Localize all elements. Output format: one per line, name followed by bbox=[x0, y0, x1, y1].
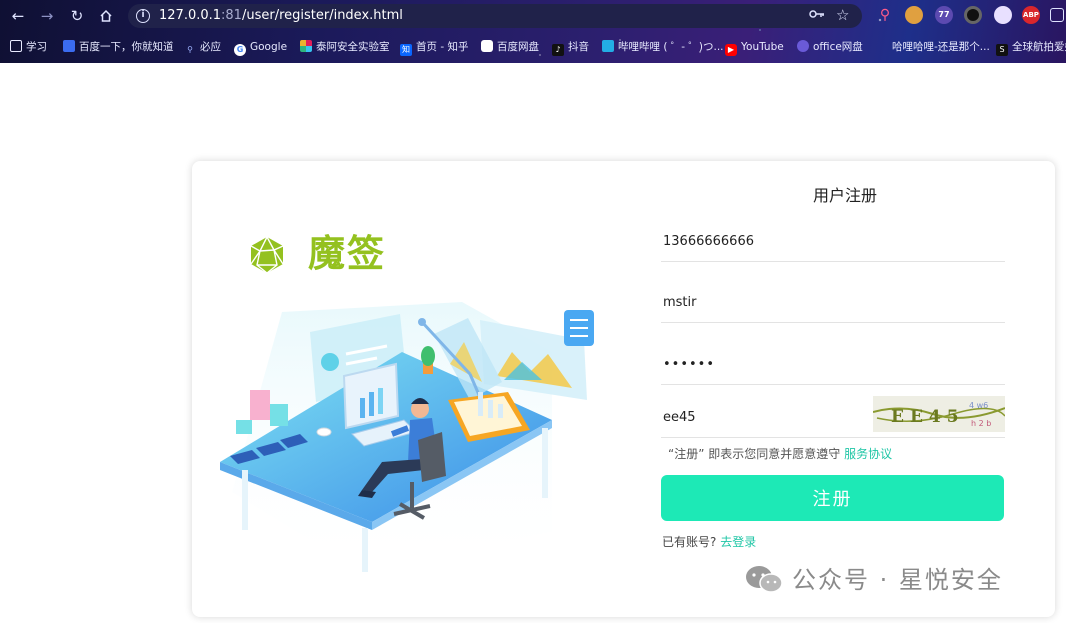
captcha-image[interactable]: 4 w6 h 2 b EE45 bbox=[873, 396, 1005, 432]
extension-badge-icon[interactable]: 77 bbox=[935, 6, 953, 24]
bookmark-item[interactable]: S全球航拍爱好... bbox=[996, 38, 1066, 56]
slack-icon bbox=[300, 40, 312, 52]
back-icon[interactable]: ← bbox=[8, 6, 28, 26]
form-title: 用户注册 bbox=[812, 186, 877, 205]
office-icon bbox=[797, 40, 809, 52]
zhihu-icon: 知 bbox=[400, 44, 412, 56]
douyin-icon: ♪ bbox=[552, 44, 564, 56]
go-login-link[interactable]: 去登录 bbox=[720, 535, 756, 549]
extensions-menu-icon[interactable] bbox=[1050, 8, 1064, 22]
bookmark-item[interactable]: 哈哩哈哩-还是那个... bbox=[876, 38, 990, 56]
folder-icon bbox=[10, 40, 22, 52]
dark-extension-icon[interactable] bbox=[964, 6, 982, 24]
bookmark-item[interactable]: 学习 bbox=[10, 38, 47, 56]
bookmark-item[interactable]: office网盘 bbox=[797, 38, 863, 56]
service-agreement-link[interactable]: 服务协议 bbox=[844, 447, 892, 461]
youtube-icon: ▶ bbox=[725, 44, 737, 56]
bookmark-item[interactable]: G Google bbox=[234, 38, 287, 56]
bookmark-star-icon[interactable]: ☆ bbox=[836, 6, 849, 24]
address-bar[interactable]: i 127.0.0.1:81/user/register/index.html … bbox=[128, 4, 862, 28]
watermark-text: 公众号 · 星悦安全 bbox=[792, 566, 1003, 594]
skypixel-icon: S bbox=[996, 44, 1008, 56]
bookmark-item[interactable]: 百度网盘 bbox=[481, 38, 539, 56]
login-hint: 已有账号? 去登录 bbox=[662, 534, 756, 550]
bookmark-item[interactable]: 百度一下，你就知道 bbox=[63, 38, 174, 56]
bookmarks-bar: 学习 百度一下，你就知道 ⚲ 必应 G Google 泰阿安全实验室 知首页 - 知… bbox=[0, 36, 1066, 58]
wechat-watermark: 公众号 · 星悦安全 bbox=[744, 564, 1001, 596]
phone-input[interactable] bbox=[663, 230, 863, 252]
logo-icon bbox=[248, 236, 286, 274]
workspace-illustration bbox=[212, 292, 602, 582]
search-extension-icon[interactable]: ⚲ bbox=[876, 6, 894, 24]
hali-icon bbox=[876, 40, 888, 52]
bookmark-item[interactable]: ▶ YouTube bbox=[725, 38, 784, 56]
google-icon: G bbox=[234, 44, 246, 56]
svg-text:h 2 b: h 2 b bbox=[971, 419, 991, 428]
bookmark-item[interactable]: 哔哩哔哩 ( ゜- ゜)つ... bbox=[602, 38, 724, 56]
password-key-icon[interactable] bbox=[809, 8, 825, 24]
bookmark-item[interactable]: ♪ 抖音 bbox=[552, 38, 589, 56]
bilibili-icon bbox=[602, 40, 614, 52]
baidu-icon bbox=[63, 40, 75, 52]
bookmark-item[interactable]: ⚲ 必应 bbox=[184, 38, 221, 56]
captcha-field: 4 w6 h 2 b EE45 bbox=[661, 396, 1005, 438]
forward-icon[interactable]: → bbox=[37, 6, 57, 26]
cookie-extension-icon[interactable] bbox=[905, 6, 923, 24]
home-icon[interactable] bbox=[96, 6, 116, 26]
baidu-pan-icon bbox=[481, 40, 493, 52]
bookmark-item[interactable]: 知首页 - 知乎 bbox=[400, 38, 468, 56]
svg-text:EE45: EE45 bbox=[891, 407, 965, 427]
password-field bbox=[661, 345, 1005, 385]
phone-field bbox=[661, 222, 1005, 262]
brand-name: 魔签 bbox=[308, 232, 386, 275]
register-button[interactable]: 注册 bbox=[661, 475, 1004, 521]
puzzle-extension-icon[interactable] bbox=[994, 6, 1012, 24]
bing-icon: ⚲ bbox=[187, 45, 193, 54]
password-input[interactable] bbox=[663, 353, 863, 375]
terms-text: “注册” 即表示您同意并愿意遵守 bbox=[668, 447, 845, 461]
username-field bbox=[661, 283, 1005, 323]
bookmark-item[interactable]: 泰阿安全实验室 bbox=[300, 38, 390, 56]
username-input[interactable] bbox=[663, 291, 863, 313]
reload-icon[interactable]: ↻ bbox=[67, 6, 87, 26]
url-text[interactable]: 127.0.0.1:81/user/register/index.html bbox=[159, 7, 403, 25]
site-info-icon[interactable]: i bbox=[136, 9, 150, 23]
terms-notice: “注册” 即表示您同意并愿意遵守 服务协议 bbox=[668, 446, 892, 462]
adblock-icon[interactable]: ABP bbox=[1022, 6, 1040, 24]
login-hint-text: 已有账号? bbox=[662, 535, 721, 549]
wechat-icon bbox=[746, 566, 783, 593]
captcha-input[interactable] bbox=[663, 406, 863, 428]
browser-toolbar: ← → ↻ i 127.0.0.1:81/user/register/index… bbox=[0, 0, 1066, 63]
